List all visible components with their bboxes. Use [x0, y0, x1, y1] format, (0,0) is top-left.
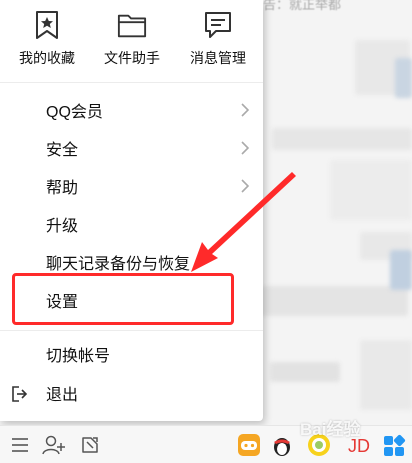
app-manager-icon[interactable] [78, 433, 102, 457]
add-friend-icon[interactable] [42, 433, 66, 457]
qq-penguin-icon[interactable] [270, 434, 292, 456]
chevron-right-icon [241, 179, 250, 193]
chevron-right-icon [241, 103, 250, 117]
my-favorites-button[interactable]: 我的收藏 [7, 10, 87, 74]
watermark: Bai经验 [300, 420, 361, 439]
message-icon [203, 10, 233, 40]
star-bookmark-icon [32, 10, 62, 40]
message-management-button[interactable]: 消息管理 [178, 10, 258, 74]
menu-item-qq-vip[interactable]: QQ会员 [0, 92, 263, 128]
highlight-box-settings [12, 273, 234, 325]
menu-item-label: 切换帐号 [46, 348, 111, 365]
exit-icon [12, 386, 28, 402]
message-management-label: 消息管理 [190, 50, 246, 66]
menu-item-security[interactable]: 安全 [0, 130, 263, 166]
my-favorites-label: 我的收藏 [19, 50, 75, 66]
menu-item-upgrade[interactable]: 升级 [0, 206, 263, 242]
menu-icon[interactable] [8, 433, 32, 457]
divider [0, 330, 263, 331]
divider [0, 82, 263, 83]
menu-item-label: 安全 [46, 142, 79, 159]
menu-item-exit[interactable]: 退出 [0, 375, 263, 411]
file-assistant-label: 文件助手 [104, 50, 160, 66]
folder-icon [117, 10, 147, 40]
menu-item-label: 升级 [46, 218, 79, 235]
menu-item-help[interactable]: 帮助 [0, 168, 263, 204]
quick-actions-row: 我的收藏 文件助手 消息管理 [0, 0, 263, 78]
menu-item-label: 聊天记录备份与恢复 [46, 256, 191, 273]
menu-item-label: 退出 [46, 387, 79, 404]
menu-item-label: 帮助 [46, 180, 79, 197]
menu-item-label: QQ会员 [46, 104, 103, 121]
main-menu-panel: 我的收藏 文件助手 消息管理 QQ会员 安全 帮助 升级 聊天记录备份与恢复 设… [0, 0, 263, 421]
background-text-right: 公告：就正举都 [250, 0, 342, 12]
file-assistant-button[interactable]: 文件助手 [92, 10, 172, 74]
game-icon[interactable] [238, 434, 260, 456]
apps-grid-icon[interactable] [382, 434, 406, 456]
menu-item-switch-account[interactable]: 切换帐号 [0, 336, 263, 372]
chevron-right-icon [241, 141, 250, 155]
